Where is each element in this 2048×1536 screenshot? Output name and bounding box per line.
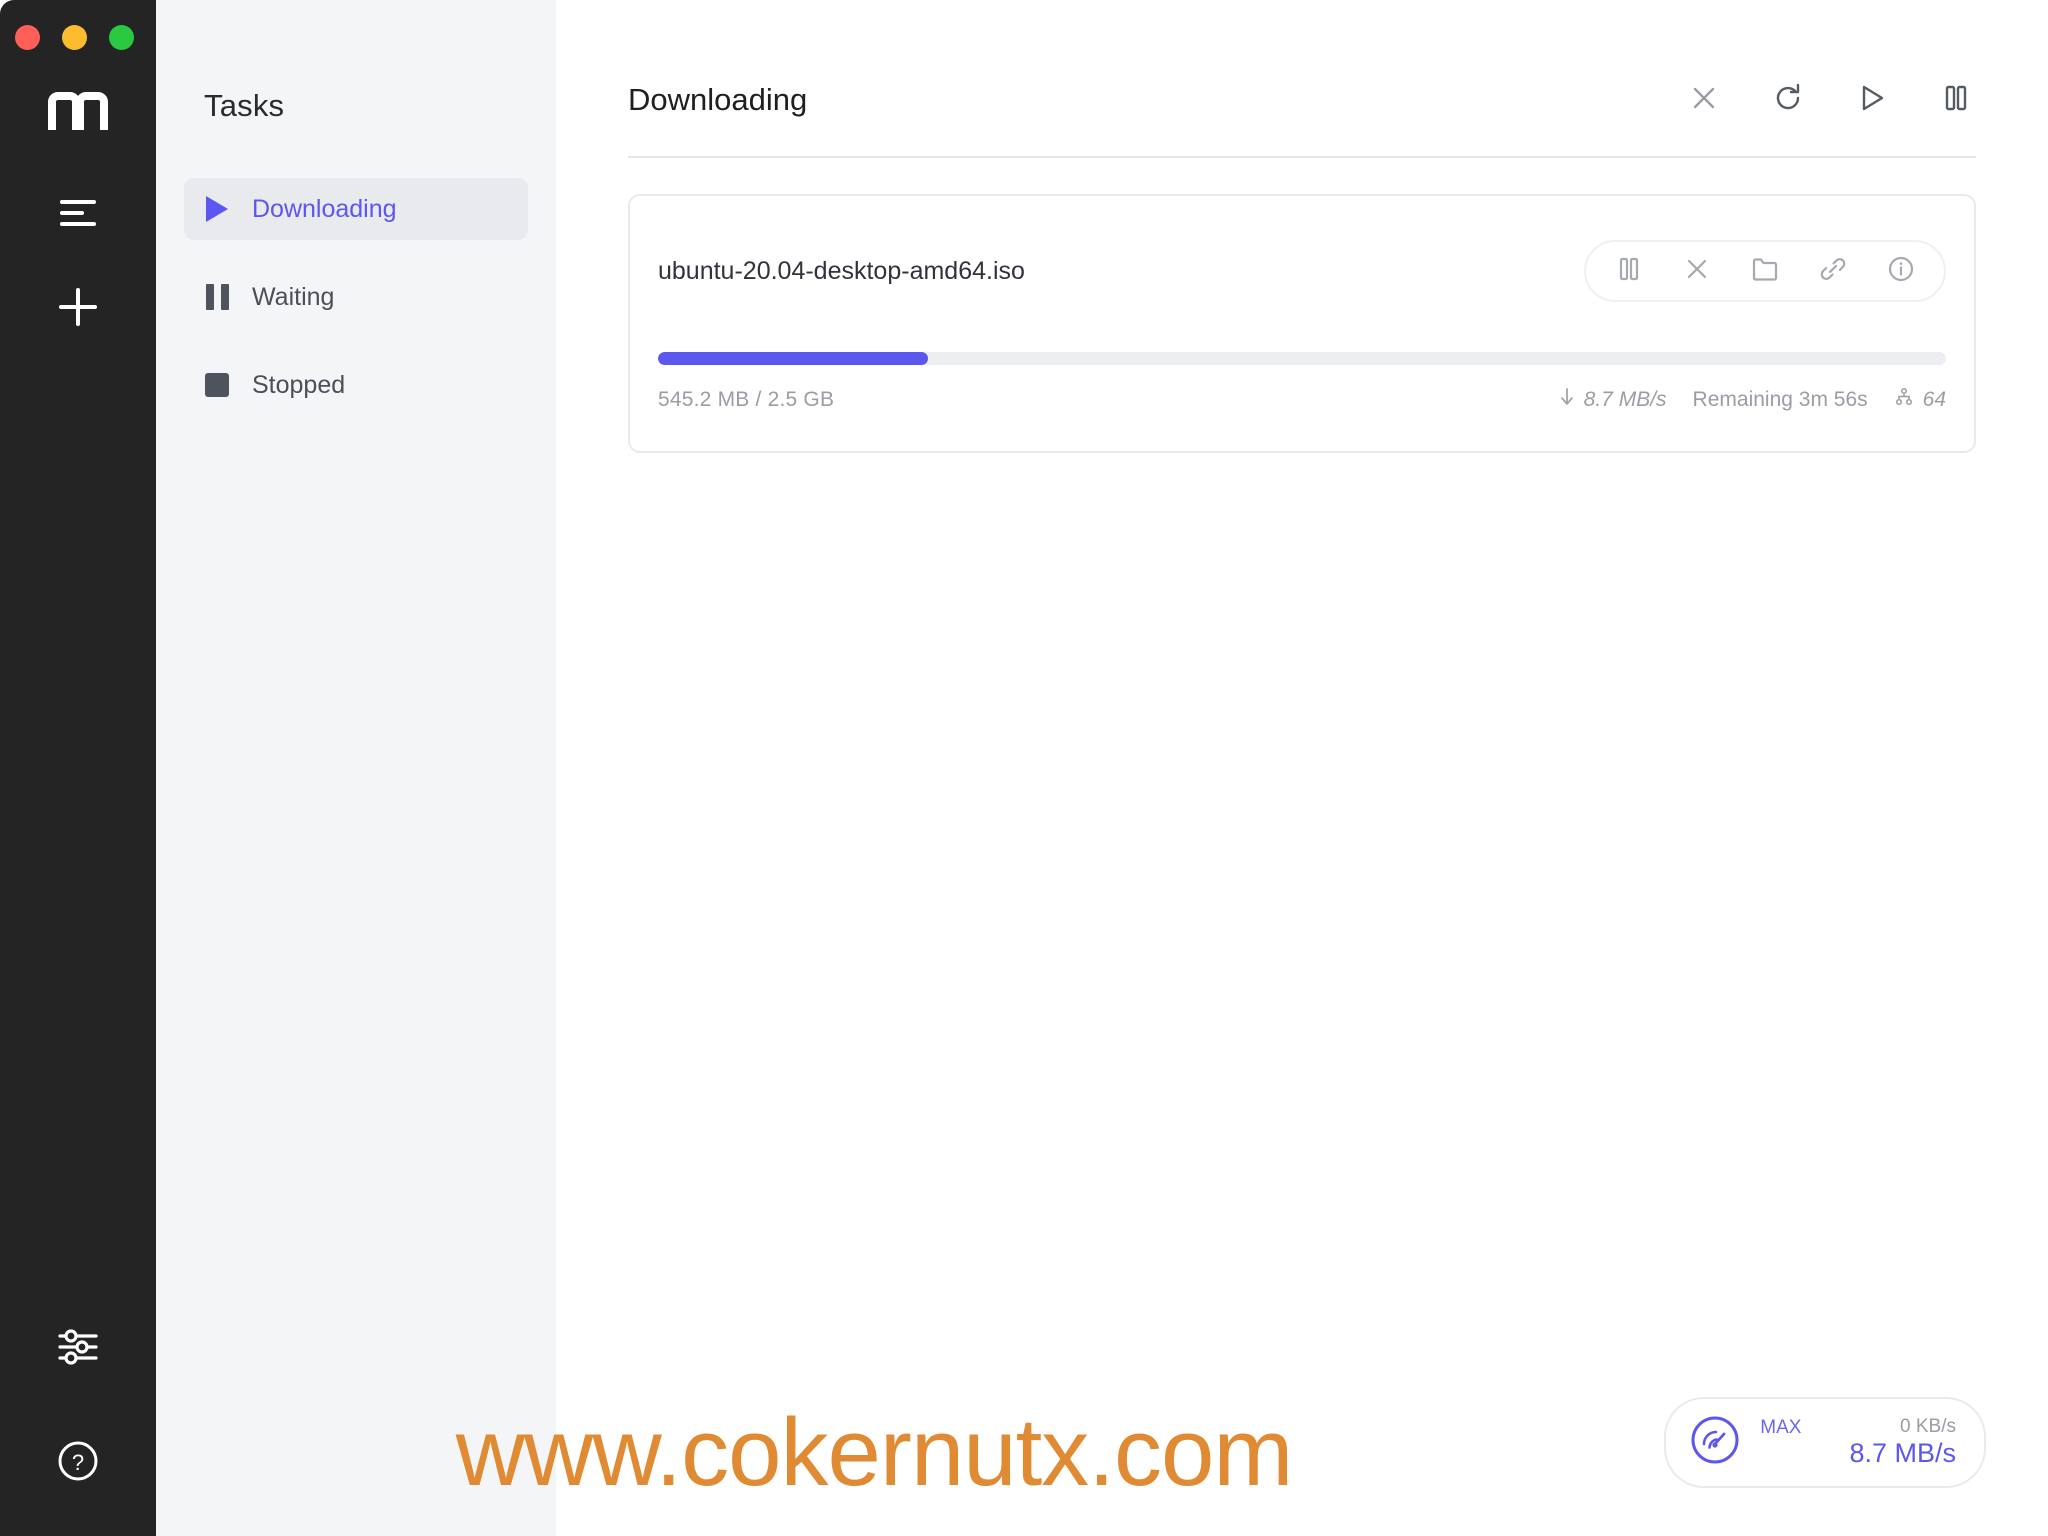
sidebar-item-waiting[interactable]: Waiting	[184, 266, 528, 328]
pause-icon	[204, 283, 230, 311]
stop-icon	[204, 371, 230, 399]
connections-icon	[1894, 387, 1914, 413]
download-stats-right: 8.7 MB/s Remaining 3m 56s 64	[1559, 387, 1946, 413]
download-card-header: ubuntu-20.04-desktop-amd64.iso	[658, 240, 1946, 302]
settings-icon	[56, 1327, 100, 1372]
download-speed: 8.7 MB/s	[1583, 388, 1667, 411]
add-icon	[56, 285, 100, 334]
pause-icon	[1941, 82, 1971, 119]
tasks-panel: Tasks Downloading Waiting Stopped	[156, 0, 556, 1536]
content-area: Downloading ubuntu-20.04-desktop-amd64.i…	[556, 0, 2048, 1536]
app-logo	[48, 92, 108, 132]
header-pause-button[interactable]	[1936, 80, 1976, 120]
menu-icon	[58, 197, 98, 234]
sidebar-item-label: Stopped	[252, 370, 346, 399]
refresh-icon	[1772, 82, 1804, 119]
progress-bar	[658, 352, 1946, 365]
sidebar-item-label: Downloading	[252, 194, 397, 223]
speed-values: 0 KB/s 8.7 MB/s	[1849, 1416, 1956, 1469]
card-pause-button[interactable]	[1612, 254, 1646, 288]
zoom-window-button[interactable]	[108, 25, 134, 50]
card-copy-link-button[interactable]	[1816, 254, 1850, 288]
card-open-folder-button[interactable]	[1748, 254, 1782, 288]
connections-group: 64	[1894, 387, 1946, 413]
close-icon	[1689, 83, 1719, 118]
pause-icon	[1616, 255, 1642, 288]
menu-button[interactable]	[45, 182, 111, 248]
icon-rail: ?	[0, 0, 156, 1536]
task-category-list: Downloading Waiting Stopped	[184, 178, 528, 416]
header-divider	[628, 156, 1976, 158]
header-refresh-button[interactable]	[1768, 80, 1808, 120]
card-info-button[interactable]	[1884, 254, 1918, 288]
app-window: ? Tasks Downloading Waiting Stopped Down…	[0, 0, 2048, 1536]
file-name: ubuntu-20.04-desktop-amd64.iso	[658, 256, 1025, 285]
section-title: Downloading	[628, 82, 808, 117]
traffic-lights	[14, 25, 134, 50]
add-task-button[interactable]	[45, 276, 111, 342]
download-speed-total: 8.7 MB/s	[1849, 1438, 1956, 1468]
download-arrow-icon	[1559, 387, 1575, 413]
help-icon: ?	[56, 1439, 100, 1488]
speed-gauge-icon	[1688, 1413, 1742, 1472]
download-card[interactable]: ubuntu-20.04-desktop-amd64.iso 545.2 MB …	[628, 194, 1976, 453]
close-window-button[interactable]	[14, 25, 40, 50]
link-icon	[1819, 255, 1847, 288]
sidebar-item-stopped[interactable]: Stopped	[184, 354, 528, 416]
rail-bottom-group: ?	[0, 1316, 156, 1496]
connections-count: 64	[1922, 388, 1946, 411]
folder-icon	[1751, 256, 1779, 287]
settings-button[interactable]	[45, 1316, 111, 1382]
card-cancel-button[interactable]	[1680, 254, 1714, 288]
download-stats: 545.2 MB / 2.5 GB 8.7 MB/s Remaining 3m …	[658, 387, 1946, 413]
page-title: Tasks	[204, 88, 285, 123]
speed-max-label: MAX	[1760, 1417, 1802, 1438]
remaining-time: Remaining 3m 56s	[1692, 388, 1868, 411]
downloaded-size: 545.2 MB / 2.5 GB	[658, 388, 835, 411]
download-speed-group: 8.7 MB/s	[1559, 387, 1667, 413]
sidebar-item-downloading[interactable]: Downloading	[184, 178, 528, 240]
help-button[interactable]: ?	[45, 1430, 111, 1496]
content-header: Downloading	[628, 0, 1976, 120]
minimize-window-button[interactable]	[61, 25, 87, 50]
close-icon	[1684, 256, 1710, 287]
info-icon	[1887, 255, 1915, 288]
play-icon	[1857, 82, 1887, 119]
sidebar-item-label: Waiting	[252, 282, 335, 311]
svg-text:?: ?	[72, 1450, 84, 1475]
header-remove-button[interactable]	[1684, 80, 1724, 120]
header-resume-button[interactable]	[1852, 80, 1892, 120]
header-actions	[1684, 80, 1976, 120]
upload-speed: 0 KB/s	[1900, 1416, 1956, 1437]
progress-bar-fill	[658, 352, 929, 365]
speed-widget[interactable]: MAX 0 KB/s 8.7 MB/s	[1664, 1397, 1986, 1488]
download-card-actions	[1584, 240, 1946, 302]
play-icon	[204, 195, 230, 223]
